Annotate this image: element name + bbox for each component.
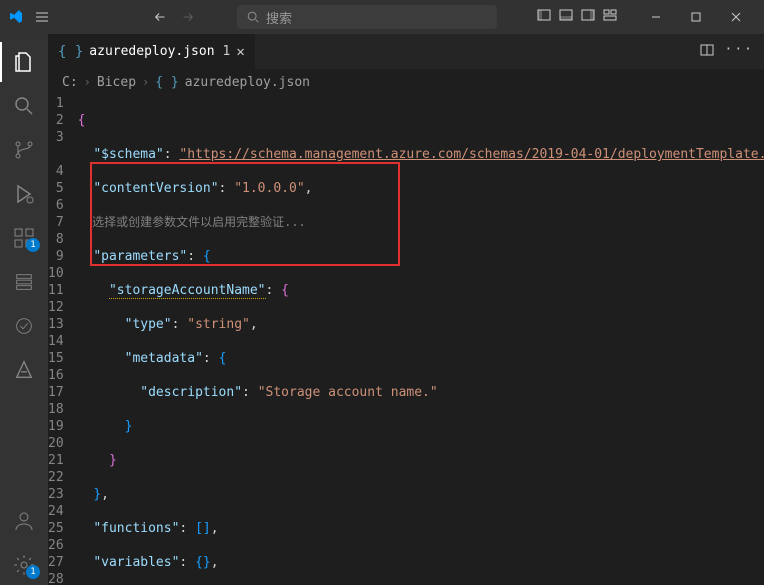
layout-panel-icon[interactable] xyxy=(558,7,574,27)
files-icon xyxy=(12,50,36,74)
account-icon xyxy=(12,509,36,533)
tab-azuredeploy[interactable]: { } azuredeploy.json 1 ✕ xyxy=(48,34,256,69)
titlebar: 搜索 xyxy=(0,0,764,34)
activity-azure[interactable] xyxy=(0,350,48,390)
vscode-icon xyxy=(8,9,24,25)
activity-bar: 1 1 xyxy=(0,34,48,585)
json-file-icon: { } xyxy=(58,44,83,60)
beaker-check-icon xyxy=(13,315,35,337)
search-icon xyxy=(12,94,36,118)
activity-extensions[interactable]: 1 xyxy=(0,218,48,258)
customize-layout-icon[interactable] xyxy=(602,7,618,27)
editor-tabs: { } azuredeploy.json 1 ✕ ··· xyxy=(48,34,764,69)
arm-icon xyxy=(13,271,35,293)
window-minimize-icon[interactable] xyxy=(636,2,676,32)
chevron-right-icon: › xyxy=(84,75,91,89)
breadcrumb-root: C: xyxy=(62,75,78,90)
activity-search[interactable] xyxy=(0,86,48,126)
breadcrumb-folder: Bicep xyxy=(97,75,136,90)
window-close-icon[interactable] xyxy=(716,2,756,32)
extensions-badge: 1 xyxy=(26,238,40,252)
tab-filename: azuredeploy.json xyxy=(89,44,214,59)
code-content[interactable]: { "$schema": "https://schema.management.… xyxy=(78,95,764,585)
hamburger-menu-icon[interactable] xyxy=(32,7,52,27)
breadcrumb-file: azuredeploy.json xyxy=(185,75,310,90)
activity-arm[interactable] xyxy=(0,262,48,302)
nav-forward-icon[interactable] xyxy=(178,7,198,27)
activity-run-debug[interactable] xyxy=(0,174,48,214)
code-editor[interactable]: 1 2 3 4 5 6 7 8 9 10 11 12 13 14 15 16 1… xyxy=(48,95,764,585)
activity-test[interactable] xyxy=(0,306,48,346)
more-actions-icon[interactable]: ··· xyxy=(725,42,754,62)
line-number-gutter: 1 2 3 4 5 6 7 8 9 10 11 12 13 14 15 16 1… xyxy=(48,95,78,585)
activity-source-control[interactable] xyxy=(0,130,48,170)
tab-close-icon[interactable]: ✕ xyxy=(236,44,244,60)
activity-explorer[interactable] xyxy=(0,42,48,82)
window-maximize-icon[interactable] xyxy=(676,2,716,32)
tab-dirty-indicator: 1 xyxy=(223,44,231,59)
split-editor-icon[interactable] xyxy=(699,42,715,62)
layout-sidebar-right-icon[interactable] xyxy=(580,7,596,27)
chevron-right-icon: › xyxy=(142,75,149,89)
settings-badge: 1 xyxy=(26,565,40,579)
branch-icon xyxy=(12,138,36,162)
nav-back-icon[interactable] xyxy=(150,7,170,27)
activity-accounts[interactable] xyxy=(0,501,48,541)
azure-icon xyxy=(13,359,35,381)
layout-sidebar-left-icon[interactable] xyxy=(536,7,552,27)
search-placeholder: 搜索 xyxy=(266,8,292,27)
search-icon xyxy=(246,10,260,24)
breadcrumb[interactable]: C: › Bicep › { } azuredeploy.json xyxy=(48,69,764,95)
editor-area: { } azuredeploy.json 1 ✕ ··· C: › Bicep … xyxy=(48,34,764,585)
activity-settings[interactable]: 1 xyxy=(0,545,48,585)
json-file-icon: { } xyxy=(155,75,178,90)
command-center-search[interactable]: 搜索 xyxy=(237,5,497,29)
debug-icon xyxy=(12,182,36,206)
